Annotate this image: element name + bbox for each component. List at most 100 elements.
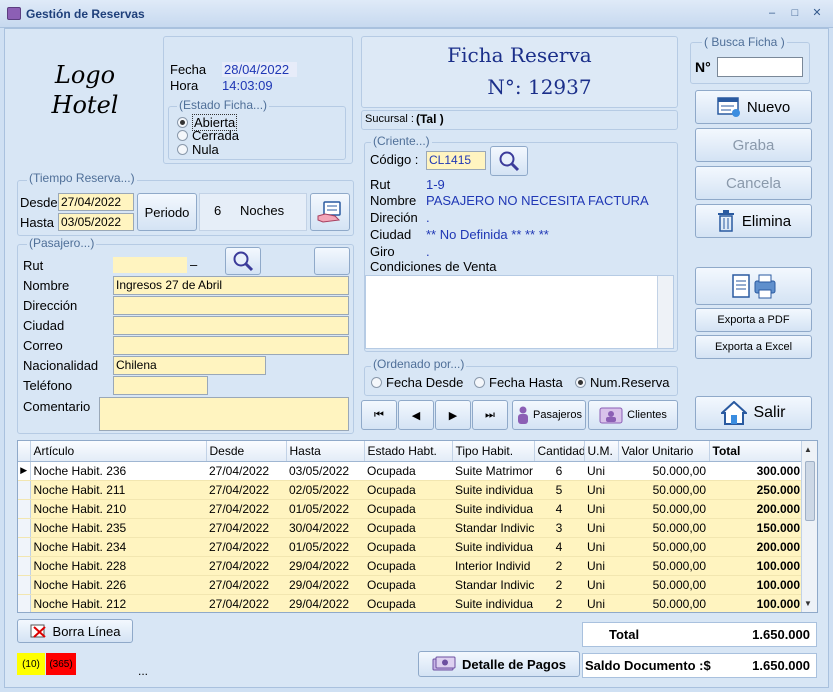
table-row[interactable]: Noche Habit. 210 27/04/2022 01/05/2022 Ocup… (18, 499, 803, 519)
condiciones-scrollbar[interactable] (657, 276, 673, 348)
buscar-cliente-button[interactable] (490, 146, 528, 176)
grid-column-header[interactable]: Tipo Habit. (452, 441, 535, 462)
pasajero-comentario-input[interactable] (99, 397, 349, 431)
grid-cell[interactable]: 50.000,00 (618, 480, 709, 500)
table-row[interactable]: Noche Habit. 226 27/04/2022 29/04/2022 Ocup… (18, 575, 803, 595)
orden-fecha-hasta-radio[interactable]: Fecha Hasta (474, 375, 563, 390)
scroll-thumb[interactable] (805, 461, 815, 521)
last-record-button[interactable]: ⏭ (472, 400, 508, 430)
grid-cell[interactable]: Ocupada (364, 461, 452, 481)
grid-cell[interactable]: 2 (534, 575, 584, 595)
grid-cell[interactable]: Interior Individ (452, 556, 534, 576)
prev-record-button[interactable]: ◀ (398, 400, 434, 430)
grid-cell[interactable]: 29/04/2022 (286, 575, 364, 595)
calendar-button[interactable] (310, 193, 350, 231)
close-button[interactable]: ✕ (809, 6, 825, 20)
table-row[interactable]: Noche Habit. 212 27/04/2022 29/04/2022 Ocup… (18, 594, 803, 612)
grid-cell[interactable]: Noche Habit. 226 (30, 575, 206, 595)
grid-cell[interactable]: 250.000 (709, 480, 803, 500)
grid-cell[interactable]: Noche Habit. 236 (30, 461, 206, 481)
desde-input[interactable]: 27/04/2022 (58, 193, 134, 211)
first-record-button[interactable]: ⏮ (361, 400, 397, 430)
grid-cell[interactable]: 27/04/2022 (206, 594, 286, 612)
grid-cell[interactable]: 150.000 (709, 518, 803, 538)
grid-cell[interactable]: 27/04/2022 (206, 537, 286, 557)
grid-cell[interactable]: Noche Habit. 212 (30, 594, 206, 612)
grid-cell[interactable]: Uni (584, 556, 618, 576)
minimize-button[interactable]: – (764, 6, 780, 20)
table-row[interactable]: Noche Habit. 211 27/04/2022 02/05/2022 Ocup… (18, 480, 803, 500)
table-row[interactable]: Noche Habit. 228 27/04/2022 29/04/2022 Ocup… (18, 556, 803, 576)
grid-cell[interactable]: Ocupada (364, 575, 452, 595)
estado-nula-radio[interactable]: Nula (177, 142, 219, 157)
grid-scrollbar[interactable]: ▲ ▼ (801, 441, 817, 612)
grid-cell[interactable]: 30/04/2022 (286, 518, 364, 538)
grid-cell[interactable]: 27/04/2022 (206, 518, 286, 538)
grid-column-header[interactable]: U.M. (584, 441, 619, 462)
scroll-down-icon[interactable]: ▼ (804, 599, 812, 608)
grid-cell[interactable]: 2 (534, 556, 584, 576)
grid-cell[interactable]: 300.000 (709, 461, 803, 481)
grid-cell[interactable]: Ocupada (364, 594, 452, 612)
grid-cell[interactable]: 50.000,00 (618, 556, 709, 576)
pasajero-ciudad-input[interactable] (113, 316, 349, 335)
grid-cell[interactable]: Uni (584, 480, 618, 500)
grid-column-header[interactable]: Estado Habt. (364, 441, 453, 462)
grid-cell[interactable]: 27/04/2022 (206, 499, 286, 519)
exporta-pdf-button[interactable]: Exporta a PDF (695, 308, 812, 332)
pasajeros-button[interactable]: Pasajeros (512, 400, 586, 430)
grid-cell[interactable]: Noche Habit. 235 (30, 518, 206, 538)
pasajero-correo-input[interactable] (113, 336, 349, 355)
grid-cell[interactable]: Uni (584, 575, 618, 595)
grid-column-header[interactable]: Hasta (286, 441, 365, 462)
grid-cell[interactable]: Ocupada (364, 499, 452, 519)
buscar-pasajero-button[interactable] (225, 247, 261, 275)
borra-linea-button[interactable]: Borra Línea (17, 619, 133, 643)
grid-column-header[interactable]: Cantidad (534, 441, 585, 462)
condiciones-venta-textarea[interactable] (365, 275, 674, 349)
maximize-button[interactable]: □ (787, 6, 803, 20)
grid-cell[interactable]: 100.000 (709, 575, 803, 595)
grid-cell[interactable]: Standar Indivic (452, 518, 534, 538)
pasajero-rut-input[interactable] (113, 257, 187, 273)
grid-cell[interactable]: Noche Habit. 211 (30, 480, 206, 500)
export-icons-button[interactable] (695, 267, 812, 305)
elimina-button[interactable]: Elimina (695, 204, 812, 238)
grid-cell[interactable]: 29/04/2022 (286, 556, 364, 576)
exporta-excel-button[interactable]: Exporta a Excel (695, 335, 812, 359)
grid-cell[interactable]: Suite individua (452, 594, 534, 612)
grid-cell[interactable]: 50.000,00 (618, 537, 709, 557)
grid-cell[interactable]: 27/04/2022 (206, 556, 286, 576)
grid-cell[interactable]: 50.000,00 (618, 594, 709, 612)
grid-cell[interactable]: 01/05/2022 (286, 537, 364, 557)
periodo-button[interactable]: Periodo (137, 193, 197, 231)
grid-cell[interactable]: Suite individua (452, 480, 534, 500)
orden-num-reserva-radio[interactable]: Num.Reserva (575, 375, 669, 390)
grid-cell[interactable]: 29/04/2022 (286, 594, 364, 612)
cliente-codigo-input[interactable]: CL1415 (426, 151, 486, 170)
grid-cell[interactable]: Uni (584, 537, 618, 557)
hasta-input[interactable]: 03/05/2022 (58, 213, 134, 231)
pasajero-nacionalidad-input[interactable]: Chilena (113, 356, 266, 375)
grid-cell[interactable]: 200.000 (709, 537, 803, 557)
table-row[interactable]: ▶ Noche Habit. 236 27/04/2022 03/05/2022 Ocu… (18, 461, 803, 481)
grid-cell[interactable]: Noche Habit. 210 (30, 499, 206, 519)
grid-cell[interactable]: Ocupada (364, 556, 452, 576)
nuevo-button[interactable]: Nuevo (695, 90, 812, 124)
grid-cell[interactable]: Suite Matrimor (452, 461, 534, 481)
grid-cell[interactable]: 4 (534, 537, 584, 557)
graba-button[interactable]: Graba (695, 128, 812, 162)
grid-cell[interactable]: Ocupada (364, 518, 452, 538)
table-row[interactable]: Noche Habit. 235 27/04/2022 30/04/2022 Ocup… (18, 518, 803, 538)
grid-cell[interactable]: Standar Indivic (452, 575, 534, 595)
pasajero-nombre-input[interactable]: Ingresos 27 de Abril (113, 276, 349, 295)
grid-cell[interactable]: Suite individua (452, 537, 534, 557)
grid-cell[interactable]: 6 (534, 461, 584, 481)
grid-cell[interactable]: 02/05/2022 (286, 480, 364, 500)
clientes-button[interactable]: Clientes (588, 400, 678, 430)
grid-column-header[interactable]: Desde (206, 441, 287, 462)
grid-cell[interactable]: 27/04/2022 (206, 461, 286, 481)
grid-cell[interactable]: 01/05/2022 (286, 499, 364, 519)
scroll-up-icon[interactable]: ▲ (804, 445, 812, 454)
grid-column-header[interactable]: Total (709, 441, 804, 462)
